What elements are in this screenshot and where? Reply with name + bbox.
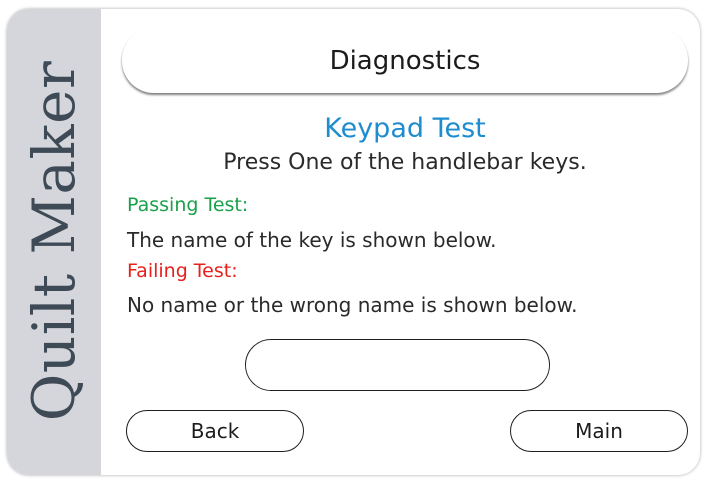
back-button[interactable]: Back — [126, 410, 304, 452]
passing-test-description: The name of the key is shown below. — [127, 228, 497, 252]
main-button[interactable]: Main — [510, 410, 688, 452]
brand-panel: Quilt Maker — [7, 9, 101, 475]
header-bar: Diagnostics — [122, 28, 688, 93]
failing-test-label: Failing Test: — [127, 260, 238, 282]
passing-test-label: Passing Test: — [127, 194, 249, 216]
page-title: Diagnostics — [329, 45, 481, 76]
test-instruction: Press One of the handlebar keys. — [223, 150, 587, 175]
failing-test-description: No name or the wrong name is shown below… — [127, 293, 578, 317]
test-title: Keypad Test — [324, 113, 486, 144]
device-screen: Quilt Maker Diagnostics Keypad Test Pres… — [7, 9, 700, 475]
main-button-label: Main — [575, 419, 623, 443]
brand-logo: Quilt Maker — [20, 60, 88, 422]
back-button-label: Back — [190, 419, 240, 443]
key-name-display — [245, 339, 550, 391]
